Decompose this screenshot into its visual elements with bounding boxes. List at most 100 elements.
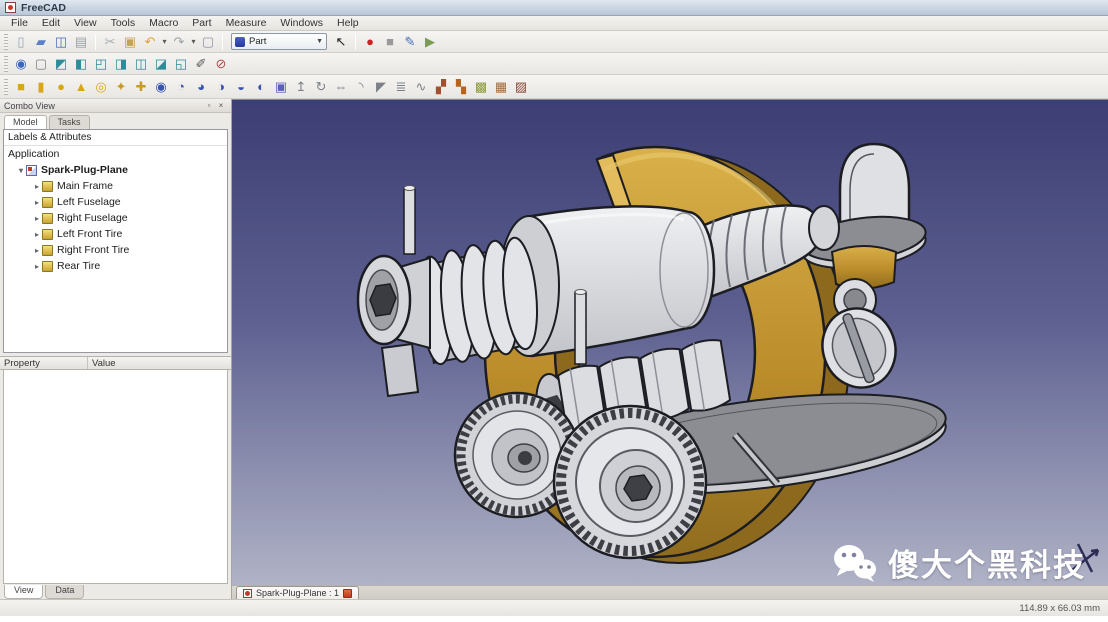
- tab-view[interactable]: View: [4, 585, 44, 599]
- sweep-icon[interactable]: ∿: [411, 77, 431, 96]
- section-icon[interactable]: ▞: [431, 77, 451, 96]
- boolean-embed-icon[interactable]: ◒: [231, 77, 251, 96]
- view-axonometric-icon[interactable]: ◩: [51, 54, 71, 73]
- boolean-intersection-icon[interactable]: ◕: [191, 77, 211, 96]
- combo-view-titlebar[interactable]: Combo View ▫ ×: [0, 99, 231, 113]
- stop-macro-icon[interactable]: ■: [380, 32, 400, 51]
- tree-document-spark-plug-plane[interactable]: ▾ Spark-Plug-Plane: [4, 162, 227, 178]
- status-bar: 114.89 x 66.03 mm: [0, 599, 1108, 616]
- toolbar-handle[interactable]: [4, 33, 8, 50]
- expand-arrow-icon[interactable]: ▾: [16, 166, 26, 175]
- whats-this-icon[interactable]: ↖: [331, 32, 351, 51]
- menu-measure[interactable]: Measure: [219, 17, 274, 29]
- expand-arrow-icon[interactable]: ▸: [32, 246, 42, 255]
- expand-arrow-icon[interactable]: ▸: [32, 198, 42, 207]
- menu-edit[interactable]: Edit: [35, 17, 67, 29]
- measure-distance-icon[interactable]: ✐: [191, 54, 211, 73]
- thickness-icon[interactable]: ▦: [491, 77, 511, 96]
- expand-arrow-icon[interactable]: ▸: [32, 230, 42, 239]
- menu-view[interactable]: View: [67, 17, 104, 29]
- view-right-icon[interactable]: ◨: [111, 54, 131, 73]
- offset-icon[interactable]: ▩: [471, 77, 491, 96]
- workbench-selector[interactable]: Part ▼: [231, 33, 327, 50]
- title-bar[interactable]: FreeCAD: [0, 0, 1108, 16]
- tree-item-right-fuselage[interactable]: ▸ Right Fuselage: [4, 210, 227, 226]
- paste-icon[interactable]: ▣: [120, 32, 140, 51]
- refresh-icon[interactable]: ▢: [198, 32, 218, 51]
- 3d-viewport[interactable]: 傻大个黑科技: [232, 99, 1108, 585]
- tab-model[interactable]: Model: [4, 115, 47, 129]
- part-primitives-icon[interactable]: ✦: [111, 77, 131, 96]
- freecad-doc-icon: [243, 588, 252, 598]
- boolean-slice-icon[interactable]: ◐: [251, 77, 271, 96]
- tree-root-application[interactable]: Application: [4, 146, 227, 162]
- boolean-cut-icon[interactable]: ◔: [171, 77, 191, 96]
- tree-item-main-frame[interactable]: ▸ Main Frame: [4, 178, 227, 194]
- loft-icon[interactable]: ≣: [391, 77, 411, 96]
- tree-item-left-fuselage[interactable]: ▸ Left Fuselage: [4, 194, 227, 210]
- mirror-icon[interactable]: ⇔: [331, 77, 351, 96]
- view-rear-icon[interactable]: ◫: [131, 54, 151, 73]
- freecad-window: FreeCAD File Edit View Tools Macro Part Measur…: [0, 0, 1108, 622]
- shape-builder-icon[interactable]: ✚: [131, 77, 151, 96]
- toolbar-handle[interactable]: [4, 78, 8, 95]
- cross-sections-icon[interactable]: ▚: [451, 77, 471, 96]
- redo-icon[interactable]: ↷: [169, 32, 189, 51]
- clear-measurement-icon[interactable]: ⊘: [211, 54, 231, 73]
- undo-icon[interactable]: ↶: [140, 32, 160, 51]
- boolean-connect-icon[interactable]: ◑: [211, 77, 231, 96]
- tree-header: Labels & Attributes: [4, 130, 227, 146]
- record-macro-icon[interactable]: ●: [360, 32, 380, 51]
- menu-help[interactable]: Help: [330, 17, 366, 29]
- part-cone-icon[interactable]: ▲: [71, 77, 91, 96]
- fillet-icon[interactable]: ◝: [351, 77, 371, 96]
- view-bottom-icon[interactable]: ◪: [151, 54, 171, 73]
- extrude-icon[interactable]: ↥: [291, 77, 311, 96]
- tree-item-right-front-tire[interactable]: ▸ Right Front Tire: [4, 242, 227, 258]
- menu-file[interactable]: File: [4, 17, 35, 29]
- cut-icon[interactable]: ✂: [100, 32, 120, 51]
- convert-shape-icon[interactable]: ▨: [511, 77, 531, 96]
- tree-item-rear-tire[interactable]: ▸ Rear Tire: [4, 258, 227, 274]
- toolbar-handle[interactable]: [4, 55, 8, 72]
- menu-windows[interactable]: Windows: [273, 17, 330, 29]
- new-file-icon[interactable]: ▯: [11, 32, 31, 51]
- draw-style-icon[interactable]: ▢: [31, 54, 51, 73]
- dock-close-button[interactable]: ×: [215, 101, 227, 110]
- view-left-icon[interactable]: ◱: [171, 54, 191, 73]
- undo-menu-caret[interactable]: ▾: [160, 32, 169, 51]
- expand-arrow-icon[interactable]: ▸: [32, 262, 42, 271]
- edit-macro-icon[interactable]: ✎: [400, 32, 420, 51]
- dock-float-button[interactable]: ▫: [203, 101, 215, 110]
- chamfer-icon[interactable]: ◤: [371, 77, 391, 96]
- boolean-union-icon[interactable]: ◉: [151, 77, 171, 96]
- fit-all-icon[interactable]: ◉: [11, 54, 31, 73]
- property-grid[interactable]: [3, 370, 228, 584]
- menu-tools[interactable]: Tools: [104, 17, 143, 29]
- save-icon[interactable]: ◫: [51, 32, 71, 51]
- view-top-icon[interactable]: ◰: [91, 54, 111, 73]
- expand-arrow-icon[interactable]: ▸: [32, 182, 42, 191]
- toolbar-separator: [355, 33, 356, 50]
- view-toolbar: ◉ ▢ ◩ ◧ ◰ ◨ ◫ ◪ ◱ ✐ ⊘: [0, 53, 1108, 75]
- combo-view-panel: Combo View ▫ × Model Tasks Labels & Attrib…: [0, 99, 232, 599]
- menu-part[interactable]: Part: [185, 17, 218, 29]
- tab-tasks[interactable]: Tasks: [48, 115, 90, 129]
- part-shape-icon: [42, 180, 53, 192]
- boolean-operation-icon[interactable]: ▣: [271, 77, 291, 96]
- redo-menu-caret[interactable]: ▾: [189, 32, 198, 51]
- run-macro-icon[interactable]: ▶: [420, 32, 440, 51]
- menu-macro[interactable]: Macro: [142, 17, 185, 29]
- tab-data[interactable]: Data: [45, 585, 85, 599]
- part-torus-icon[interactable]: ◎: [91, 77, 111, 96]
- print-icon[interactable]: ▤: [71, 32, 91, 51]
- tree-item-left-front-tire[interactable]: ▸ Left Front Tire: [4, 226, 227, 242]
- document-tab[interactable]: Spark-Plug-Plane : 1: [236, 586, 360, 599]
- expand-arrow-icon[interactable]: ▸: [32, 214, 42, 223]
- part-box-icon[interactable]: ■: [11, 77, 31, 96]
- open-file-icon[interactable]: ▰: [31, 32, 51, 51]
- view-front-icon[interactable]: ◧: [71, 54, 91, 73]
- part-cylinder-icon[interactable]: ▮: [31, 77, 51, 96]
- part-sphere-icon[interactable]: ●: [51, 77, 71, 96]
- revolve-icon[interactable]: ↻: [311, 77, 331, 96]
